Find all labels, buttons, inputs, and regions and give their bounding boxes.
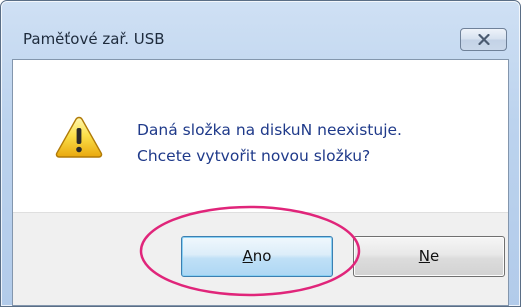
window-title: Paměťové zař. USB: [23, 30, 165, 48]
message-area: Daná složka na diskuN neexistuje. Chcete…: [13, 60, 508, 212]
no-button-label-rest: e: [430, 247, 440, 265]
title-bar[interactable]: Paměťové zař. USB: [1, 1, 520, 59]
yes-button[interactable]: Ano: [181, 236, 333, 277]
message-line-1: Daná složka na diskuN neexistuje.: [137, 121, 402, 139]
close-icon: [478, 34, 490, 45]
message-line-2: Chcete vytvořit novou složku?: [137, 147, 371, 165]
no-button[interactable]: Ne: [353, 236, 505, 277]
yes-button-accelerator: A: [242, 247, 253, 265]
dialog-client-area: Daná složka na diskuN neexistuje. Chcete…: [12, 59, 509, 306]
button-bar: Ano Ne: [13, 212, 508, 305]
no-button-accelerator: N: [418, 247, 430, 265]
dialog-message: Daná složka na diskuN neexistuje. Chcete…: [137, 117, 402, 169]
dialog-window: Paměťové zař. USB Daná složka na diskuN …: [0, 0, 521, 307]
warning-icon: [55, 116, 103, 158]
yes-button-label-rest: no: [252, 247, 272, 265]
close-button[interactable]: [460, 28, 507, 51]
